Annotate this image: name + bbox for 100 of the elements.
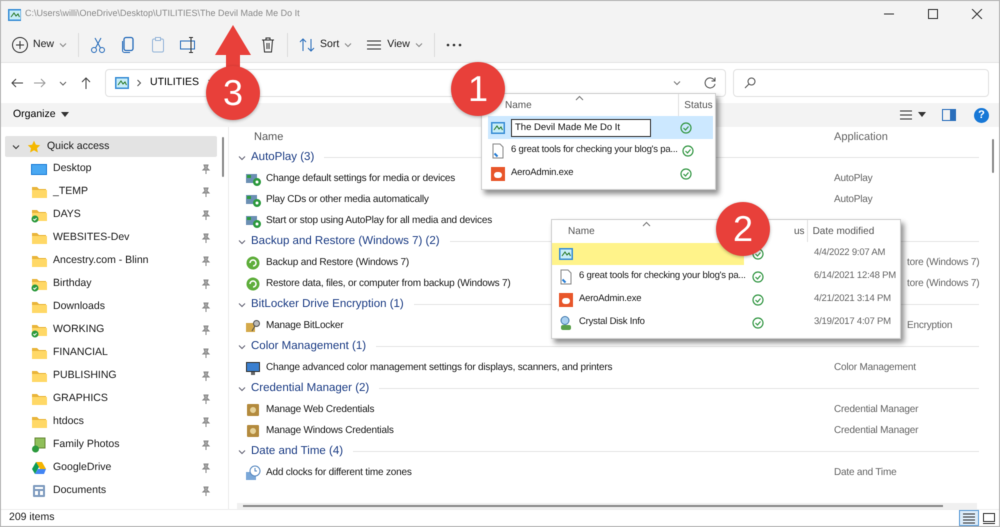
sidebar-item[interactable]: FINANCIAL bbox=[5, 341, 217, 364]
view-button[interactable]: View bbox=[359, 32, 430, 58]
date-text: 6/14/2021 12:48 PM bbox=[814, 269, 896, 284]
sidebar-item[interactable]: Ancestry.com - Blinn bbox=[5, 249, 217, 272]
scrollbar-thumb[interactable] bbox=[222, 137, 224, 177]
star-icon bbox=[27, 140, 41, 154]
item-name[interactable]: Manage Windows Credentials bbox=[266, 423, 394, 438]
sidebar-item[interactable]: GoogleDrive bbox=[5, 456, 217, 479]
item-name[interactable]: Change default settings for media or devices bbox=[266, 171, 456, 186]
add-icon bbox=[11, 36, 29, 54]
column-header[interactable]: Status bbox=[684, 98, 713, 112]
group-title: Credential Manager (2) bbox=[251, 380, 370, 396]
person-icon bbox=[558, 314, 574, 330]
application-text: AutoPlay bbox=[834, 173, 872, 184]
sort-button[interactable]: Sort bbox=[292, 32, 360, 58]
file-icon bbox=[490, 142, 506, 158]
callout-number: 3 bbox=[206, 66, 260, 120]
list-icon bbox=[899, 109, 913, 121]
file-row[interactable]: AeroAdmin.exe bbox=[488, 162, 713, 185]
item-name[interactable]: Restore data, files, or computer from backup (Windows 7) bbox=[266, 276, 510, 291]
sidebar-item[interactable]: WEBSITES-Dev bbox=[5, 226, 217, 249]
app-icon bbox=[558, 246, 574, 262]
item-name[interactable]: Manage Web Credentials bbox=[266, 402, 374, 417]
date-text: 4/21/2021 3:14 PM bbox=[814, 292, 891, 306]
details-view-icon bbox=[962, 511, 976, 525]
view-button[interactable] bbox=[959, 510, 979, 526]
scrollbar-thumb[interactable] bbox=[243, 505, 943, 507]
documents-icon bbox=[31, 482, 47, 498]
item-name[interactable]: Backup and Restore (Windows 7) bbox=[266, 255, 409, 270]
item-count: 209 items bbox=[9, 510, 55, 526]
sidebar-item[interactable]: GRAPHICS bbox=[5, 387, 217, 410]
sidebar-item[interactable]: DAYS bbox=[5, 203, 217, 226]
application-text: Credential Manager bbox=[834, 425, 918, 436]
column-header[interactable]: Name bbox=[254, 128, 284, 146]
file-name[interactable]: 6 great tools for checking your blog's pa... bbox=[511, 143, 678, 158]
file-name[interactable]: AeroAdmin.exe bbox=[579, 292, 642, 307]
help-button[interactable]: ? bbox=[974, 108, 989, 122]
window-title: C:\Users\willi\OneDrive\Desktop\UTILITIES\The Devil Made Me Do It bbox=[25, 7, 300, 20]
file-name[interactable]: Crystal Disk Info bbox=[579, 315, 645, 330]
close-icon bbox=[971, 9, 983, 19]
scissors-icon bbox=[89, 36, 108, 54]
refresh-icon[interactable] bbox=[703, 76, 717, 90]
scrollbar-thumb[interactable] bbox=[992, 139, 994, 173]
vault-icon bbox=[245, 422, 261, 438]
organize-button[interactable]: Organize bbox=[7, 105, 75, 125]
group-title: Backup and Restore (Windows 7) (2) bbox=[251, 234, 440, 249]
item-name[interactable]: Manage BitLocker bbox=[266, 318, 344, 333]
sidebar-item[interactable]: _TEMP bbox=[5, 180, 217, 203]
file-row[interactable]: Crystal Disk Info bbox=[552, 312, 744, 334]
breadcrumb[interactable]: UTILITIES bbox=[148, 75, 202, 91]
chevron-right-icon bbox=[135, 78, 143, 88]
caret-icon bbox=[918, 112, 926, 118]
sidebar-item[interactable]: WORKING bbox=[5, 318, 217, 341]
file-row[interactable]: The Devil Made Me Do It bbox=[488, 116, 713, 139]
app-icon bbox=[114, 75, 130, 91]
maximize-icon bbox=[927, 9, 939, 19]
application-text: tore (Windows 7) bbox=[907, 257, 980, 268]
sidebar-item[interactable]: Birthday bbox=[5, 272, 217, 295]
group-title: BitLocker Drive Encryption (1) bbox=[251, 296, 404, 312]
tiles-view-icon bbox=[982, 511, 996, 525]
sidebar-item[interactable]: PUBLISHING bbox=[5, 364, 217, 387]
application-text: AutoPlay bbox=[834, 194, 872, 205]
date-text: 4/4/2022 9:07 AM bbox=[814, 246, 886, 260]
column-header[interactable]: Name bbox=[568, 224, 595, 238]
sidebar-item[interactable]: Desktop bbox=[5, 157, 217, 180]
column-header[interactable]: Name bbox=[505, 98, 532, 112]
application-text: tore (Windows 7) bbox=[907, 278, 980, 289]
sidebar-item[interactable]: Downloads bbox=[5, 295, 217, 318]
item-name[interactable]: Play CDs or other media automatically bbox=[266, 192, 429, 207]
item-name[interactable]: Add clocks for different time zones bbox=[266, 465, 412, 480]
file-name[interactable]: 6 great tools for checking your blog's pa... bbox=[579, 269, 746, 284]
search-icon bbox=[744, 77, 756, 89]
column-header[interactable]: us bbox=[794, 224, 805, 238]
application-text: Encryption bbox=[907, 320, 952, 331]
item-name[interactable]: Change advanced color management settings for displays, scanners, and printers bbox=[266, 360, 612, 375]
backup-icon bbox=[245, 254, 261, 270]
new-button[interactable]: New bbox=[5, 32, 74, 58]
app-icon bbox=[558, 292, 574, 308]
application-text: Color Management bbox=[834, 362, 916, 373]
file-row[interactable]: 6 great tools for checking your blog's pa... bbox=[488, 139, 713, 162]
sidebar-item[interactable]: Documents bbox=[5, 479, 217, 502]
group-title: Date and Time (4) bbox=[251, 444, 344, 459]
sort-icon bbox=[298, 36, 316, 54]
rename-field[interactable]: The Devil Made Me Do It bbox=[511, 118, 651, 136]
file-icon bbox=[558, 268, 574, 284]
group-title: AutoPlay (3) bbox=[251, 150, 314, 165]
backup-icon bbox=[245, 276, 261, 292]
file-row[interactable] bbox=[552, 242, 744, 264]
column-header[interactable]: Date modified bbox=[812, 224, 874, 238]
rename-icon bbox=[179, 36, 198, 54]
search-field[interactable] bbox=[733, 69, 989, 97]
sidebar-item[interactable]: Quick access bbox=[5, 136, 217, 157]
column-header[interactable]: Application bbox=[834, 130, 888, 143]
item-name[interactable]: Start or stop using AutoPlay for all media and devices bbox=[266, 213, 492, 228]
file-row[interactable]: 6 great tools for checking your blog's pa... bbox=[552, 266, 744, 288]
file-name[interactable]: AeroAdmin.exe bbox=[511, 166, 574, 181]
file-row[interactable]: AeroAdmin.exe bbox=[552, 288, 744, 310]
group-title: Color Management (1) bbox=[251, 338, 366, 354]
sidebar-item[interactable]: Family Photos bbox=[5, 433, 217, 456]
sidebar-item[interactable]: htdocs bbox=[5, 410, 217, 433]
